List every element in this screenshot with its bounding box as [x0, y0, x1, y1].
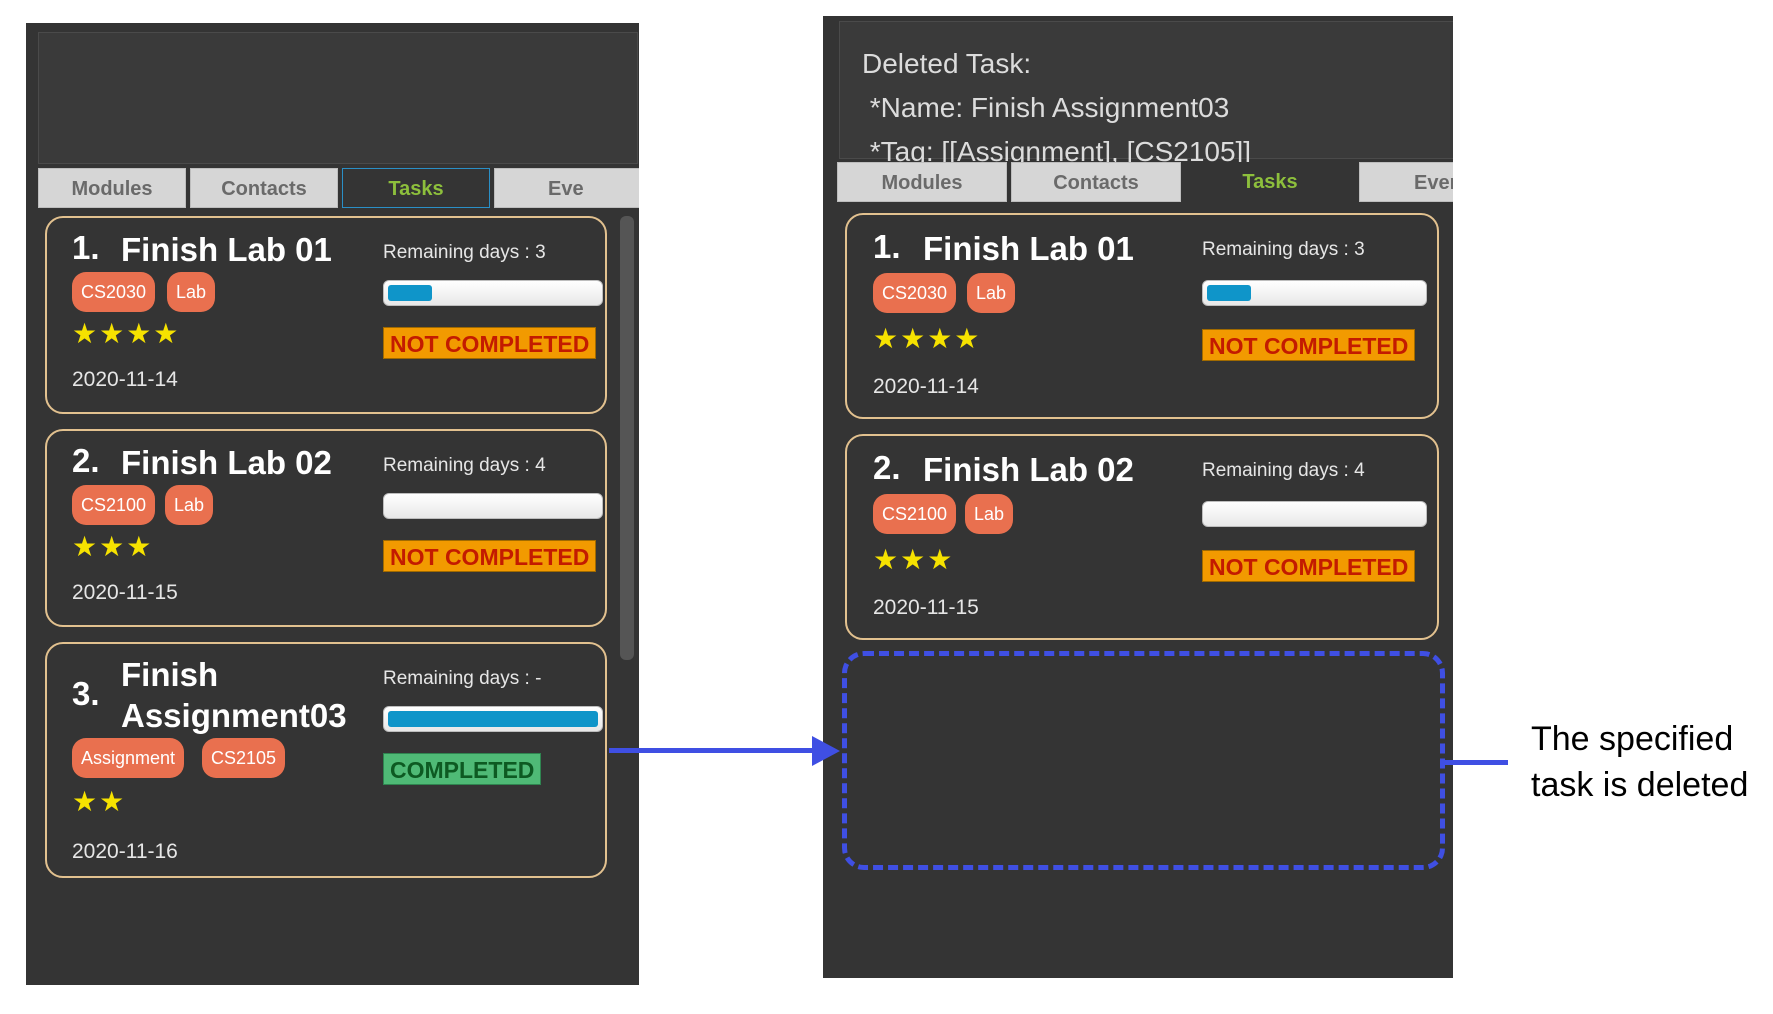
tag-chip: Lab [965, 494, 1014, 534]
task-title: Finish Lab 01 [923, 230, 1134, 267]
remaining-days: Remaining days : 3 [383, 242, 546, 263]
task-date: 2020-11-14 [873, 375, 979, 398]
status-badge: NOT COMPLETED [1202, 550, 1416, 582]
task-card-3[interactable]: 3. Finish Assignment03 Assignment CS2105… [45, 642, 607, 878]
task-title: Finish Assignment03 [121, 656, 347, 734]
tab-modules[interactable]: Modules [837, 162, 1007, 202]
remaining-days: Remaining days : 3 [1202, 239, 1365, 260]
priority-stars: ★★★★ [873, 323, 982, 354]
tab-tasks[interactable]: Tasks [1185, 162, 1355, 202]
priority-stars: ★★★ [72, 531, 154, 562]
arrow-line [609, 748, 816, 753]
tag-chip: CS2100 [72, 485, 156, 525]
tab-contacts[interactable]: Contacts [1011, 162, 1181, 202]
deleted-task-placeholder [842, 651, 1445, 870]
status-badge: NOT COMPLETED [1202, 329, 1416, 361]
task-index: 2. [72, 442, 100, 479]
task-index: 1. [873, 228, 901, 265]
task-card-1[interactable]: 1. Finish Lab 01 CS2030 Lab ★★★★ 2020-11… [45, 216, 607, 414]
task-card-1[interactable]: 1. Finish Lab 01 CS2030 Lab ★★★★ 2020-11… [845, 213, 1439, 419]
tag-chip: Lab [167, 272, 216, 312]
tag-chip: CS2030 [72, 272, 156, 312]
tag-chip: Lab [967, 273, 1016, 313]
progress-fill [388, 711, 598, 727]
arrow-head-icon [812, 736, 840, 766]
tab-events[interactable]: Ever [1359, 162, 1453, 202]
progress-bar [383, 493, 603, 519]
task-date: 2020-11-16 [72, 840, 178, 863]
tab-events[interactable]: Eve [494, 168, 639, 208]
scrollbar[interactable] [620, 216, 634, 660]
task-index: 1. [72, 229, 100, 266]
progress-fill [388, 285, 432, 301]
task-date: 2020-11-15 [873, 596, 979, 619]
remaining-days: Remaining days : 4 [1202, 460, 1365, 481]
task-date: 2020-11-15 [72, 581, 178, 604]
result-display-box [38, 32, 638, 164]
tab-tasks[interactable]: Tasks [342, 168, 490, 208]
priority-stars: ★★ [72, 786, 127, 817]
task-date: 2020-11-14 [72, 368, 178, 391]
tab-modules[interactable]: Modules [38, 168, 186, 208]
task-card-2[interactable]: 2. Finish Lab 02 CS2100 Lab ★★★ 2020-11-… [845, 434, 1439, 640]
task-title: Finish Lab 02 [923, 451, 1134, 488]
remaining-days: Remaining days : - [383, 668, 542, 689]
status-badge: COMPLETED [383, 753, 542, 785]
progress-bar [1202, 280, 1427, 306]
tab-contacts[interactable]: Contacts [190, 168, 338, 208]
progress-fill [1207, 285, 1251, 301]
progress-bar [1202, 501, 1427, 527]
result-line: Deleted Task: [862, 48, 1032, 79]
task-index: 2. [873, 449, 901, 486]
progress-bar [383, 706, 603, 732]
progress-bar [383, 280, 603, 306]
tag-chip: CS2100 [873, 494, 957, 534]
priority-stars: ★★★ [873, 544, 955, 575]
task-index: 3. [72, 675, 100, 712]
remaining-days: Remaining days : 4 [383, 455, 546, 476]
result-display-box: Deleted Task: *Name: Finish Assignment03… [839, 21, 1453, 167]
tag-chip: Lab [165, 485, 214, 525]
result-line: *Name: Finish Assignment03 [862, 92, 1230, 123]
tag-chip: Assignment [72, 738, 185, 778]
caption-connector-line [1442, 760, 1508, 765]
status-badge: NOT COMPLETED [383, 327, 597, 359]
left-app-window: Modules Contacts Tasks Eve 1. Finish Lab… [26, 23, 639, 985]
caption-line: task is deleted [1531, 766, 1749, 804]
priority-stars: ★★★★ [72, 318, 181, 349]
task-title: Finish Lab 01 [121, 231, 332, 268]
annotation-caption: The specified task is deleted [1531, 716, 1748, 808]
tag-chip: CS2030 [873, 273, 957, 313]
tag-chip: CS2105 [202, 738, 286, 778]
task-card-2[interactable]: 2. Finish Lab 02 CS2100 Lab ★★★ 2020-11-… [45, 429, 607, 627]
task-title: Finish Lab 02 [121, 444, 332, 481]
status-badge: NOT COMPLETED [383, 540, 597, 572]
caption-line: The specified [1531, 720, 1734, 758]
